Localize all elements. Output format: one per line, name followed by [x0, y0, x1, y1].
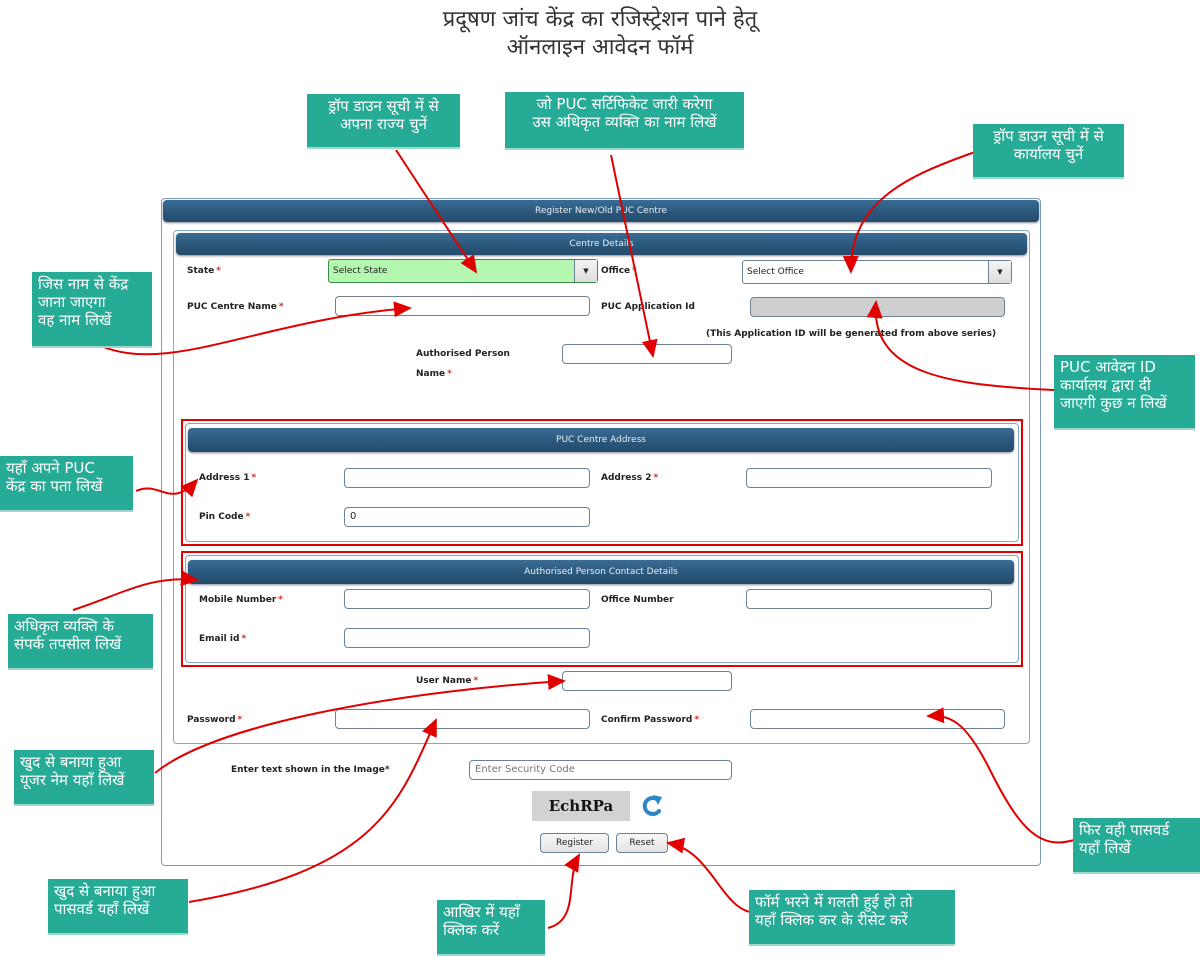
chevron-down-icon[interactable]: ▼: [574, 260, 597, 282]
office-select-value: Select Office: [747, 267, 804, 277]
username-label: User Name *: [416, 676, 479, 686]
contact-header: Authorised Person Contact Details: [188, 560, 1014, 584]
username-input[interactable]: [562, 671, 732, 691]
address-header: PUC Centre Address: [188, 428, 1014, 452]
office-label: Office *: [601, 266, 637, 276]
callout-contact: अधिकृत व्यक्ति के संपर्क तपसील लिखें: [8, 614, 153, 670]
office-select[interactable]: Select Office ▼: [742, 260, 1012, 284]
pincode-label: Pin Code *: [199, 512, 251, 522]
callout-reset: फॉर्म भरने में गलती हुई हो तो यहाँ क्लिक…: [749, 890, 955, 946]
callout-address: यहाँ अपने PUC केंद्र का पता लिखें: [0, 456, 133, 512]
captcha-image: EchRPa: [532, 791, 630, 821]
state-select[interactable]: Select State ▼: [328, 259, 598, 283]
email-label: Email id *: [199, 634, 247, 644]
callout-office: ड्रॉप डाउन सूची में से कार्यालय चुनें: [973, 124, 1124, 179]
address1-label: Address 1 *: [199, 473, 257, 483]
address2-label: Address 2 *: [601, 473, 659, 483]
register-form-header: Register New/Old PUC Centre: [163, 200, 1039, 222]
centre-details-header: Centre Details: [176, 233, 1027, 255]
callout-confirm-password: फिर वही पासवर्ड यहाँ लिखें: [1073, 818, 1200, 874]
office-number-label: Office Number: [601, 595, 674, 605]
callout-authorised-name: जो PUC सर्टिफिकेट जारी करेगा उस अधिकृत व…: [505, 92, 744, 150]
password-input[interactable]: [335, 709, 590, 729]
state-label: State *: [187, 266, 221, 276]
page-title-line-2: ऑनलाइन आवेदन फॉर्म: [506, 35, 694, 60]
centre-name-label: PUC Centre Name *: [187, 302, 284, 312]
application-id-input: [750, 297, 1005, 317]
chevron-down-icon[interactable]: ▼: [988, 261, 1011, 283]
address1-input[interactable]: [344, 468, 590, 488]
authorised-person-label-line-1: Authorised Person: [416, 349, 510, 359]
callout-application-id: PUC आवेदन ID कार्यालय द्वारा दी जाएगी कु…: [1054, 355, 1195, 430]
application-id-label: PUC Application Id: [601, 302, 695, 312]
callout-register: आखिर में यहाँ क्लिक करें: [437, 900, 545, 956]
office-number-input[interactable]: [746, 589, 992, 609]
pincode-input[interactable]: 0: [344, 507, 590, 527]
page-title-line-1: प्रदूषण जांच केंद्र का रजिस्ट्रेशन पाने …: [442, 7, 758, 32]
password-label: Password *: [187, 715, 243, 725]
callout-username: खुद से बनाया हुआ यूजर नेम यहाँ लिखें: [14, 750, 154, 806]
confirm-password-label: Confirm Password *: [601, 715, 700, 725]
captcha-input[interactable]: Enter Security Code: [469, 760, 732, 780]
captcha-label: Enter text shown in the Image*: [231, 765, 390, 775]
callout-centre-name: जिस नाम से केंद्र जाना जाएगा वह नाम लिखे…: [32, 272, 152, 348]
confirm-password-input[interactable]: [750, 709, 1005, 729]
state-select-value: Select State: [333, 266, 388, 276]
email-input[interactable]: [344, 628, 590, 648]
callout-password: खुद से बनाया हुआ पासवर्ड यहाँ लिखें: [48, 879, 188, 935]
register-button[interactable]: Register: [540, 833, 609, 853]
authorised-person-name-input[interactable]: [562, 344, 732, 364]
authorised-person-label-line-2: Name *: [416, 369, 452, 379]
callout-state: ड्रॉप डाउन सूची में से अपना राज्य चुनें: [307, 94, 460, 149]
mobile-label: Mobile Number *: [199, 595, 284, 605]
centre-name-input[interactable]: [335, 296, 590, 316]
address2-input[interactable]: [746, 468, 992, 488]
refresh-captcha-icon[interactable]: [638, 792, 666, 820]
mobile-input[interactable]: [344, 589, 590, 609]
application-id-hint: (This Application ID will be generated f…: [706, 329, 997, 339]
reset-button[interactable]: Reset: [616, 833, 668, 853]
